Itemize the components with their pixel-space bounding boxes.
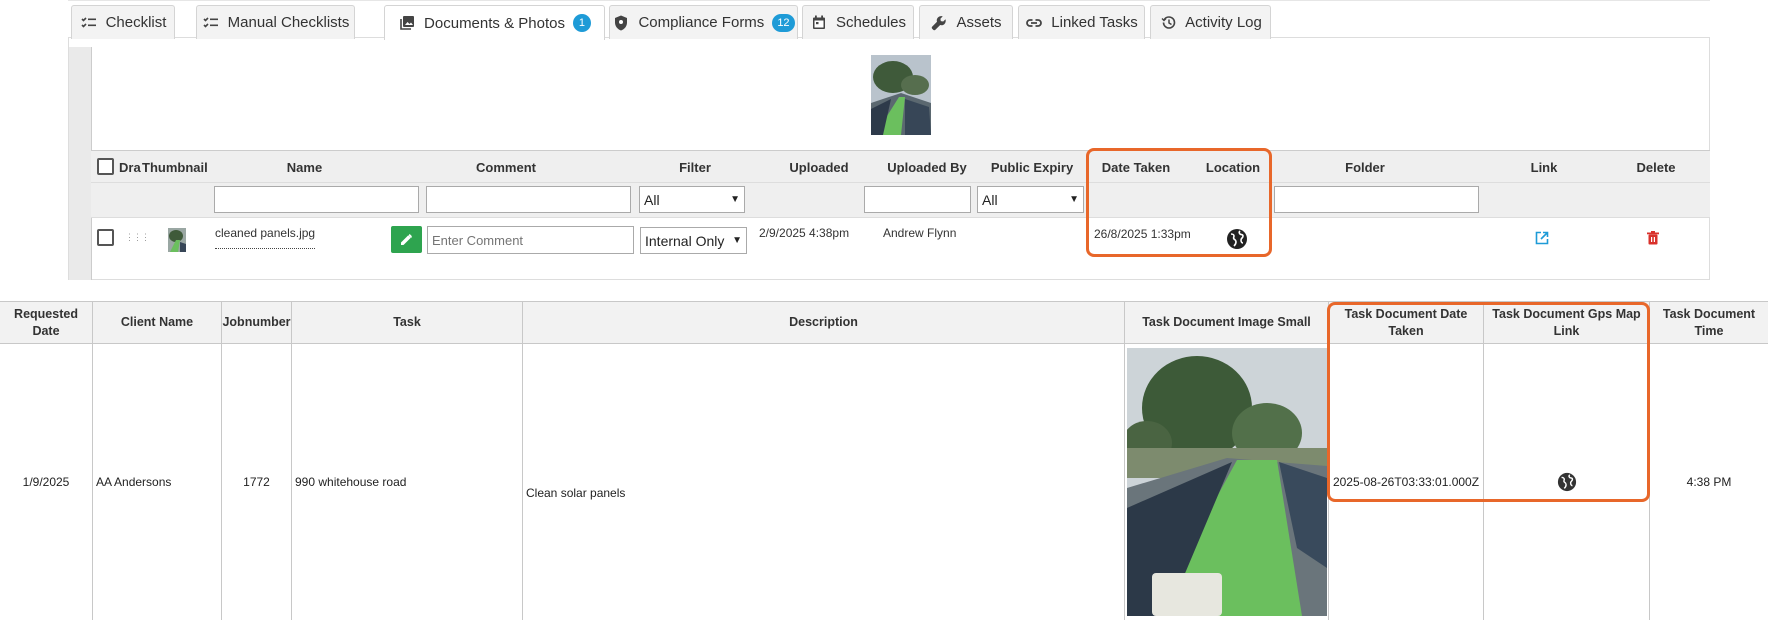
row-checkbox[interactable] [97,229,114,246]
grid-header-client-name[interactable]: Client Name [93,302,222,344]
checklist-icon [80,14,98,32]
tab-schedules[interactable]: Schedules [802,5,914,39]
tab-manual-checklists[interactable]: Manual Checklists [196,5,355,39]
shield-icon [612,14,630,32]
date-taken: 26/8/2025 1:33pm [1094,227,1191,241]
grid-cell-client-name: AA Andersons [93,344,222,620]
header-folder[interactable]: Folder [1275,151,1455,184]
public-expiry-select-value: All [982,191,998,208]
tab-checklist[interactable]: Checklist [71,5,175,39]
filter-select[interactable]: All ▼ [639,186,745,213]
tab-linked-tasks[interactable]: Linked Tasks [1018,5,1145,39]
calendar-icon [810,14,828,32]
tab-label: Schedules [835,14,907,31]
uploaded-by: Andrew Flynn [883,226,957,240]
header-name[interactable]: Name [202,151,407,184]
globe-icon[interactable] [1557,472,1577,492]
header-location[interactable]: Location [1191,151,1275,184]
header-uploaded[interactable]: Uploaded [759,151,879,184]
grid-header-gps-link[interactable]: Task Document Gps Map Link [1484,302,1650,344]
comment-filter-input[interactable] [426,186,631,213]
document-name-link[interactable]: cleaned panels.jpg [215,226,315,249]
chevron-down-icon: ▼ [1069,194,1079,205]
uploaded-by-filter-input[interactable] [864,186,971,213]
grid-header-description[interactable]: Description [523,302,1125,344]
header-comment[interactable]: Comment [416,151,596,184]
grid-header-jobnumber[interactable]: Jobnumber [222,302,292,344]
select-all-checkbox[interactable] [97,158,114,175]
tab-label: Assets [956,14,1002,31]
folder-filter-input[interactable] [1274,186,1479,213]
grid-header-requested-date[interactable]: Requested Date [0,302,93,344]
checklist-icon [202,14,220,32]
header-link: Link [1530,160,1558,175]
documents-table-header: Dra Thumbnail Name Comment Filter Upload… [91,150,1710,183]
grid-cell-requested-date: 1/9/2025 [0,344,93,620]
row-thumbnail[interactable] [168,228,186,252]
tab-activity-log[interactable]: Activity Log [1150,5,1271,39]
header-delete: Delete [1636,160,1676,175]
tab-label: Documents & Photos [424,14,565,32]
tab-label: Manual Checklists [227,14,350,31]
filter-select-value: All [644,191,660,208]
grid-cell-image [1121,344,1329,620]
name-filter-input[interactable] [214,186,419,213]
drag-handle-icon[interactable]: ⋮⋮⋮ [125,232,150,243]
documents-table-filter-row: All ▼ All ▼ [91,183,1710,218]
grid-cell-time: 4:38 PM [1686,475,1732,489]
open-link-icon[interactable] [1535,231,1549,245]
visibility-select-value: Internal Only [645,232,725,249]
header-date-taken[interactable]: Date Taken [1087,151,1185,184]
link-icon [1025,14,1043,32]
grid-cell-description: Clean solar panels [523,344,1125,620]
grid-header-task[interactable]: Task [292,302,523,344]
grid-header-time[interactable]: Task Document Time [1650,302,1768,344]
globe-icon[interactable] [1226,228,1248,250]
header-filter[interactable]: Filter [639,151,751,184]
header-thumbnail: Thumbnail [142,160,208,175]
wrench-icon [930,14,948,32]
pencil-icon [401,234,412,245]
grid-cell-task: 990 whitehouse road [292,344,523,620]
tab-assets[interactable]: Assets [919,5,1013,39]
tab-documents-photos[interactable]: Documents & Photos 1 [384,5,605,40]
report-grid: Requested Date Client Name Jobnumber Tas… [0,301,1768,620]
uploaded-date: 2/9/2025 4:38pm [759,226,850,240]
photo-library-icon [398,14,416,32]
chevron-down-icon: ▼ [730,194,740,205]
task-document-image[interactable] [1121,348,1327,616]
grid-header-image-small[interactable]: Task Document Image Small [1125,302,1329,344]
header-public-expiry[interactable]: Public Expiry [977,151,1087,184]
history-icon [1159,14,1177,32]
grid-cell-date-taken: 2025-08-26T03:33:01.000Z [1329,344,1484,620]
header-drag: Dra [119,160,141,175]
count-badge: 1 [572,14,591,32]
count-badge: 12 [772,13,795,32]
tab-label: Activity Log [1185,14,1262,31]
grid-cell-jobnumber: 1772 [222,344,292,620]
chevron-down-icon: ▼ [732,235,742,246]
grid-cell-gps-link [1484,344,1650,620]
edit-name-button[interactable] [391,226,422,253]
visibility-select[interactable]: Internal Only ▼ [640,227,747,254]
tab-label: Linked Tasks [1051,14,1138,31]
tab-compliance-forms[interactable]: Compliance Forms 12 [609,5,798,39]
grid-header-date-taken[interactable]: Task Document Date Taken [1329,302,1484,344]
document-preview-image[interactable] [871,55,931,135]
panel-side-strip [69,47,92,280]
public-expiry-select[interactable]: All ▼ [977,186,1084,213]
delete-icon[interactable] [1647,231,1659,245]
comment-input[interactable] [427,226,634,254]
tab-label: Compliance Forms [638,14,765,31]
tab-bar: Checklist Manual Checklists Documents & … [68,0,1710,40]
header-uploaded-by[interactable]: Uploaded By [872,151,982,184]
tab-label: Checklist [105,14,167,31]
